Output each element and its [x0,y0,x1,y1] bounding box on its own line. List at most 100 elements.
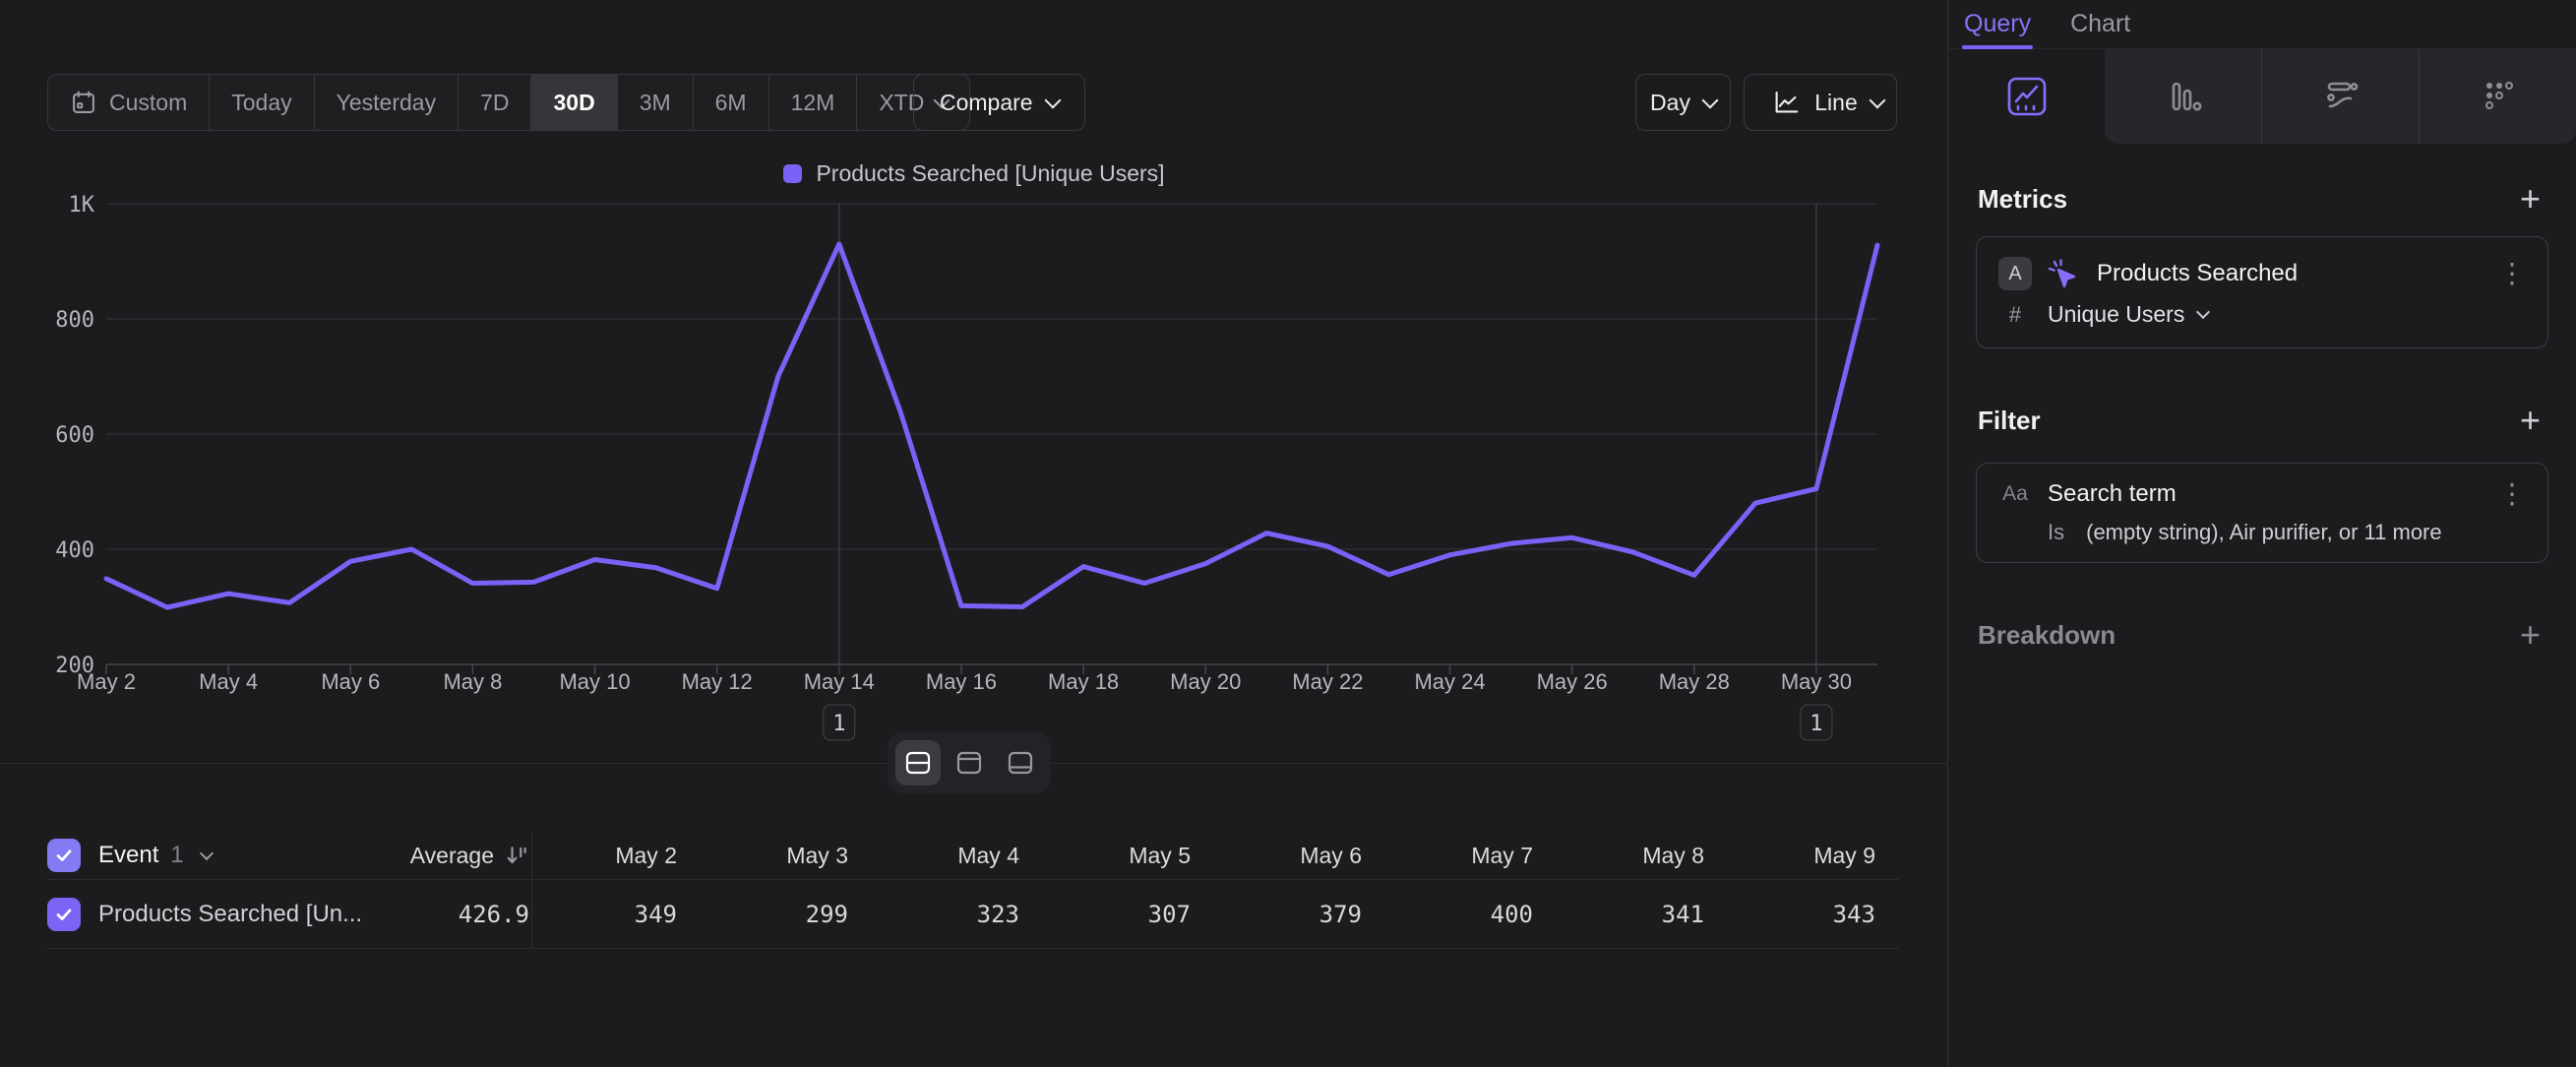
y-axis-label: 400 [55,538,94,563]
cell-value: 341 [1557,901,1728,928]
tab-query[interactable]: Query [1964,10,2031,38]
x-axis-label: May 16 [926,669,997,694]
column-header-date[interactable]: May 9 [1728,843,1899,869]
x-axis-label: May 12 [682,669,753,694]
chevron-down-icon [1869,92,1885,108]
series-letter-badge: A [1998,257,2032,290]
flows-icon [2318,74,2363,119]
date-range-3m[interactable]: 3M [618,75,694,130]
view-tab-bars[interactable] [2105,49,2261,144]
date-range-label: 30D [553,90,594,116]
add-breakdown-button[interactable]: + [2520,617,2541,653]
column-header-date[interactable]: May 8 [1557,843,1728,869]
x-axis-label: May 22 [1292,669,1363,694]
select-all-checkbox[interactable] [47,839,81,872]
x-axis-label: May 8 [443,669,502,694]
filter-card[interactable]: Aa Search term ⋮ Is (empty string), Air … [1976,463,2548,563]
x-axis-label: May 26 [1537,669,1608,694]
chevron-down-icon [2196,305,2210,319]
string-property-icon: Aa [1998,482,2032,506]
date-range-label: 6M [715,90,747,116]
annotation-marker-label: 1 [832,712,845,736]
aggregation-selector[interactable]: Unique Users [2048,301,2184,328]
date-range-yesterday[interactable]: Yesterday [315,75,459,130]
layout-chart-only-button[interactable] [947,740,992,785]
column-header-date[interactable]: May 2 [529,843,701,869]
layout-table-only-button[interactable] [998,740,1043,785]
line-chart[interactable]: 2004006008001KMay 2May 4May 6May 8May 10… [0,148,1948,748]
average-header-label[interactable]: Average [410,843,494,869]
check-icon [53,845,75,866]
cell-value: 349 [529,901,701,928]
cell-value: 379 [1214,901,1385,928]
date-range-custom[interactable]: Custom [48,75,210,130]
filter-title: Filter [1978,406,2041,436]
event-header-label: Event [98,842,158,869]
view-tab-flows[interactable] [2261,49,2419,144]
sort-descending-icon[interactable] [506,844,529,867]
bottom-panel-icon [1006,748,1035,778]
layout-split-button[interactable] [895,740,941,785]
add-metric-button[interactable]: + [2520,181,2541,217]
x-axis-label: May 6 [321,669,380,694]
dots-grid-icon [2476,74,2521,119]
date-range-7d[interactable]: 7D [459,75,531,130]
y-axis-label: 600 [55,423,94,448]
table-header-row: Event 1 Average May 2May 3May 4May 5May … [47,832,1899,880]
cell-value: 307 [1043,901,1214,928]
metrics-section-header: Metrics + [1978,179,2541,219]
metric-name[interactable]: Products Searched [2097,260,2298,287]
column-header-date[interactable]: May 3 [701,843,872,869]
column-header-date[interactable]: May 6 [1214,843,1385,869]
x-axis-label: May 24 [1414,669,1485,694]
granularity-button[interactable]: Day [1635,74,1731,131]
date-range-label: Custom [109,90,187,116]
metric-card[interactable]: A Products Searched ⋮ # Unique Users [1976,236,2548,348]
date-range-label: 12M [791,90,835,116]
chevron-down-icon[interactable] [200,846,214,859]
chart-type-label: Line [1814,90,1857,116]
filter-operator[interactable]: Is [2048,520,2064,545]
cell-value: 343 [1728,901,1899,928]
cell-value: 299 [701,901,872,928]
row-series-name[interactable]: Products Searched [Un... [98,901,362,928]
kebab-menu-icon[interactable]: ⋮ [2498,480,2526,508]
column-header-date[interactable]: May 4 [872,843,1043,869]
breakdown-title: Breakdown [1978,620,2116,651]
date-range-label: 3M [640,90,671,116]
date-range-label: 7D [480,90,509,116]
row-checkbox[interactable] [47,898,81,931]
add-filter-button[interactable]: + [2520,403,2541,438]
filter-property-name[interactable]: Search term [2048,480,2177,508]
chevron-down-icon [1044,92,1061,108]
chart-type-button[interactable]: Line [1744,74,1897,131]
column-header-date[interactable]: May 5 [1043,843,1214,869]
chevron-down-icon [1701,92,1718,108]
table-column-divider [531,832,532,948]
view-tab-more[interactable] [2419,49,2576,144]
y-axis-label: 1K [69,193,95,218]
date-range-6m[interactable]: 6M [694,75,769,130]
query-sidebar: Query Chart [1948,0,2576,1067]
date-range-30d[interactable]: 30D [531,75,617,130]
calendar-icon [70,89,97,116]
x-axis-label: May 18 [1048,669,1119,694]
x-axis-label: May 20 [1170,669,1241,694]
x-axis-label: May 4 [199,669,258,694]
tab-chart[interactable]: Chart [2070,10,2130,38]
view-tab-insights[interactable] [1948,49,2105,144]
event-count: 1 [170,842,183,869]
date-range-12m[interactable]: 12M [769,75,858,130]
date-range-label: Today [231,90,291,116]
kebab-menu-icon[interactable]: ⋮ [2498,260,2526,287]
view-type-tabs [1948,49,2576,144]
hash-icon: # [1998,302,2032,328]
date-range-today[interactable]: Today [210,75,314,130]
results-table: Event 1 Average May 2May 3May 4May 5May … [47,832,1899,949]
compare-button[interactable]: Compare [913,74,1085,131]
x-axis-label: May 28 [1659,669,1730,694]
filter-value[interactable]: (empty string), Air purifier, or 11 more [2086,520,2442,545]
column-header-date[interactable]: May 7 [1385,843,1557,869]
series-line[interactable] [106,244,1877,607]
table-row: Products Searched [Un... 426.9 349299323… [47,880,1899,949]
